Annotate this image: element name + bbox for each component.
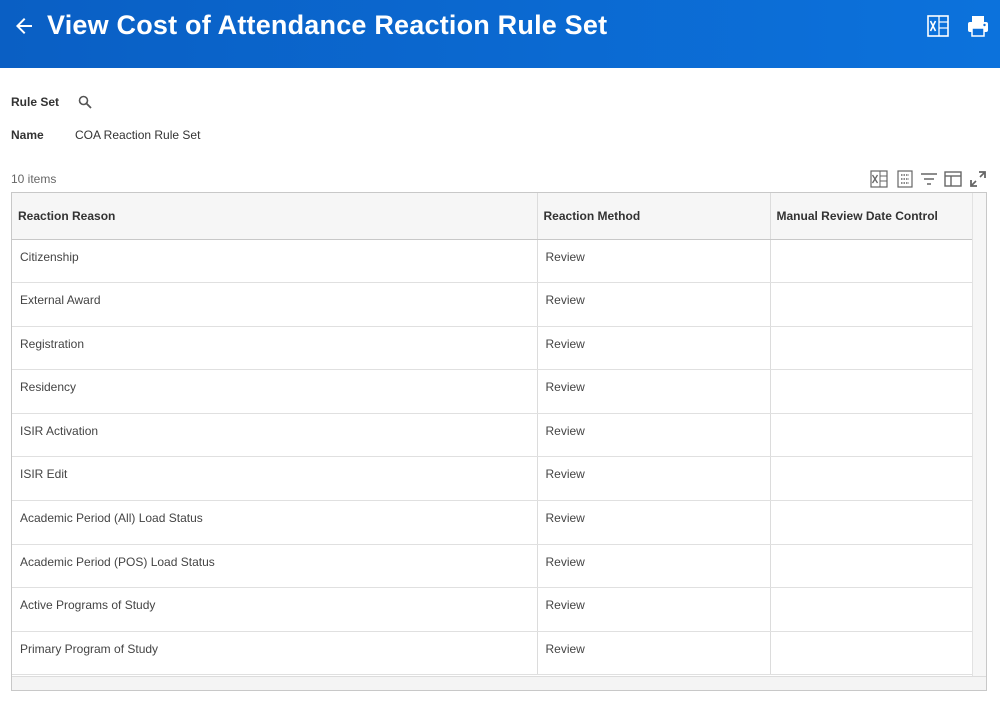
columns-icon[interactable] [944,170,962,188]
reaction-reason-cell[interactable]: Primary Program of Study [12,631,538,676]
page-title: View Cost of Attendance Reaction Rule Se… [47,10,608,40]
vertical-scrollbar[interactable] [972,193,986,677]
table-row: Residency Review [12,369,975,414]
reaction-reason-cell[interactable]: Citizenship [12,239,538,284]
view-list-icon[interactable] [896,170,914,188]
reaction-method-cell: Review [537,544,771,589]
reaction-method-cell: Review [537,413,771,458]
manual-review-date-control-cell [770,282,975,327]
reaction-method-cell: Review [537,631,771,676]
table-row: Citizenship Review [12,239,975,284]
reaction-reason-cell[interactable]: Active Programs of Study [12,587,538,632]
back-arrow-icon[interactable] [12,14,36,38]
reaction-method-cell: Review [537,500,771,545]
reaction-method-cell: Review [537,282,771,327]
table-row: ISIR Edit Review [12,456,975,502]
reaction-reason-cell[interactable]: Residency [12,369,538,414]
name-label: Name [11,128,44,142]
rule-set-label: Rule Set [11,95,60,109]
manual-review-date-control-cell [770,587,975,632]
reaction-reason-cell[interactable]: ISIR Activation [12,413,538,458]
page-header: View Cost of Attendance Reaction Rule Se… [0,0,1000,68]
fullscreen-icon[interactable] [969,170,987,188]
search-icon[interactable] [78,95,92,109]
filter-icon[interactable] [920,170,938,188]
column-header-reaction-method[interactable]: Reaction Method [537,193,771,240]
manual-review-date-control-cell [770,456,975,502]
table-row: ISIR Activation Review [12,413,975,458]
reaction-method-cell: Review [537,369,771,414]
horizontal-scrollbar[interactable] [12,676,986,690]
manual-review-date-control-cell [770,369,975,414]
reaction-method-cell: Review [537,239,771,284]
table-header-row: Reaction Reason Reaction Method Manual R… [12,193,975,240]
manual-review-date-control-cell [770,631,975,676]
reaction-method-cell: Review [537,456,771,502]
reaction-reason-cell[interactable]: Registration [12,326,538,371]
table-row: Registration Review [12,326,975,371]
name-value: COA Reaction Rule Set [75,128,201,142]
manual-review-date-control-cell [770,544,975,589]
table-row: Active Programs of Study Review [12,587,975,632]
column-header-reaction-reason[interactable]: Reaction Reason [12,193,538,240]
manual-review-date-control-cell [770,239,975,284]
manual-review-date-control-cell [770,326,975,371]
reaction-method-cell: Review [537,587,771,632]
table-row: Academic Period (All) Load Status Review [12,500,975,545]
reaction-reason-cell[interactable]: Academic Period (All) Load Status [12,500,538,545]
manual-review-date-control-cell [770,413,975,458]
table-row: Primary Program of Study Review [12,631,975,676]
column-header-manual-review-date-control[interactable]: Manual Review Date Control [770,193,975,240]
reaction-rules-table: Reaction Reason Reaction Method Manual R… [12,193,975,676]
excel-export-icon[interactable] [927,14,949,38]
item-count: 10 items [11,172,57,186]
reaction-method-cell: Review [537,326,771,371]
excel-export-icon[interactable] [870,170,888,188]
table-row: External Award Review [12,282,975,327]
printer-icon[interactable] [966,14,990,38]
reaction-rules-grid: Reaction Reason Reaction Method Manual R… [11,192,987,691]
manual-review-date-control-cell [770,500,975,545]
reaction-reason-cell[interactable]: ISIR Edit [12,456,538,502]
table-row: Academic Period (POS) Load Status Review [12,544,975,589]
reaction-reason-cell[interactable]: External Award [12,282,538,327]
reaction-reason-cell[interactable]: Academic Period (POS) Load Status [12,544,538,589]
